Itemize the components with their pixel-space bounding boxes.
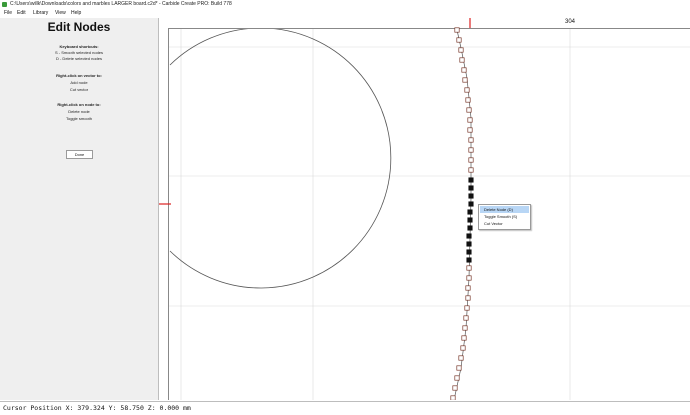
shortcut-delete: D - Delete selected nodes <box>55 56 103 61</box>
node-action-delete: Delete node <box>68 109 90 114</box>
menu-edit[interactable]: Edit <box>17 9 26 18</box>
node-actions-heading: Right-click on node to: <box>57 102 101 107</box>
context-cut-vector[interactable]: Cut Vector <box>480 220 529 227</box>
shortcut-smooth: S - Smooth selected nodes <box>54 50 104 55</box>
menu-library[interactable]: Library <box>33 9 48 18</box>
left-ruler <box>159 28 169 400</box>
vector-action-add-node: Add node <box>70 80 88 85</box>
title-bar: C:\Users\willk\Downloads\colors and marb… <box>0 0 690 9</box>
grid-lines <box>168 28 690 400</box>
node-action-toggle-smooth: Toggle smooth <box>65 116 92 121</box>
vector-action-cut-vector: Cut vector <box>69 87 89 92</box>
vector-actions-heading: Right-click on vector to: <box>56 73 102 78</box>
window-title: C:\Users\willk\Downloads\colors and marb… <box>10 1 232 7</box>
context-menu: Delete Node (D) Toggle Smooth (S) Cut Ve… <box>478 204 531 230</box>
circle-vector[interactable] <box>169 27 392 289</box>
menu-view[interactable]: View <box>55 9 66 18</box>
top-ruler: 304 <box>159 18 690 29</box>
menu-file[interactable]: File <box>4 9 12 18</box>
context-toggle-smooth[interactable]: Toggle Smooth (S) <box>480 213 529 220</box>
ruler-ticks <box>159 18 571 307</box>
menu-bar: File Edit Library View Help <box>0 9 690 18</box>
keyboard-shortcuts-heading: Keyboard shortcuts: <box>59 44 99 49</box>
cursor-position: Cursor Position X: 379.324 Y: 58.750 Z: … <box>3 404 191 412</box>
carbide-create-icon <box>2 2 7 7</box>
design-canvas[interactable]: 304 <box>159 18 690 400</box>
status-bar: Cursor Position X: 379.324 Y: 58.750 Z: … <box>0 401 690 415</box>
done-button[interactable]: Done <box>66 150 93 159</box>
ruler-label-304: 304 <box>565 19 576 25</box>
context-delete-node[interactable]: Delete Node (D) <box>480 206 529 213</box>
menu-help[interactable]: Help <box>71 9 81 18</box>
canvas-drawing[interactable] <box>159 18 690 400</box>
edit-nodes-panel: Edit Nodes Keyboard shortcuts: S - Smoot… <box>0 18 159 400</box>
panel-title: Edit Nodes <box>47 20 111 34</box>
